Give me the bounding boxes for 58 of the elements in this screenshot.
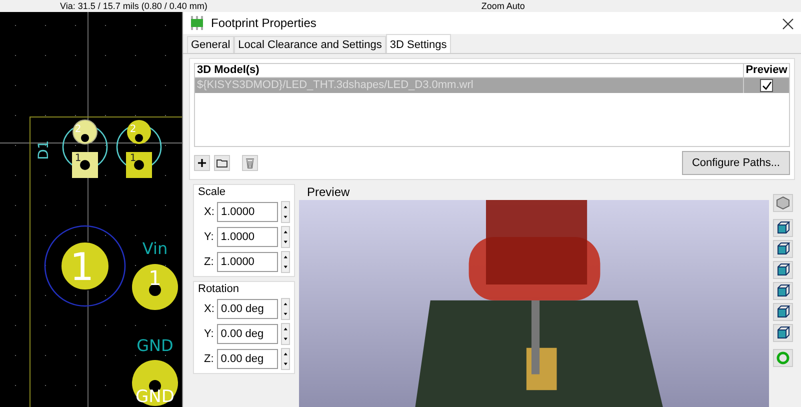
preview-checkbox[interactable] <box>760 79 773 92</box>
net-name-label: GND <box>136 336 174 355</box>
group-title: Scale <box>198 186 227 198</box>
column-header: Preview <box>743 64 789 77</box>
configure-paths-button[interactable]: Configure Paths... <box>682 150 790 175</box>
pad-net-label: GND <box>136 387 174 407</box>
pad-number-label: 1 <box>130 153 136 164</box>
number-input[interactable]: 0.00 deg <box>216 324 278 344</box>
close-icon[interactable] <box>781 16 795 31</box>
spin-buttons[interactable] <box>280 251 290 273</box>
spin-buttons[interactable] <box>280 226 290 248</box>
view-button[interactable] <box>773 240 793 258</box>
tab[interactable]: General <box>187 36 234 53</box>
pad-number-label: 1 <box>148 266 162 290</box>
pad-number-label: 1 <box>70 245 94 289</box>
add-button[interactable] <box>194 154 210 171</box>
view-button[interactable] <box>773 324 793 342</box>
spin-buttons[interactable] <box>281 201 290 223</box>
reference-designator-label: D1 <box>36 140 52 160</box>
field-label: X: <box>204 302 214 317</box>
window-title: Footprint Properties <box>211 15 316 32</box>
spin-buttons[interactable] <box>280 348 290 370</box>
column-header: 3D Model(s) <box>196 64 260 77</box>
net-name-label: Vin <box>142 239 168 258</box>
plus-icon <box>197 158 207 168</box>
pad-number-label: 2 <box>74 124 82 135</box>
view-button[interactable] <box>773 282 793 300</box>
footprint-icon <box>189 16 205 30</box>
folder-icon <box>216 158 228 168</box>
number-input[interactable]: 0.00 deg <box>216 349 278 369</box>
zoom-select[interactable]: Zoom Auto <box>481 1 525 11</box>
tab[interactable]: 3D Settings <box>386 34 451 53</box>
model-path: ${KISYS3DMOD}/LED_THT.3dshapes/LED_D3.0mm.wrl <box>196 78 474 93</box>
field-label: Y: <box>204 230 214 245</box>
view-button[interactable] <box>773 219 793 237</box>
browse-button[interactable] <box>214 154 230 171</box>
delete-button[interactable] <box>242 154 258 171</box>
tab[interactable]: Local Clearance and Settings <box>234 36 386 53</box>
pcb-layout-drawing[interactable]: D1 2 1 2 1 1 1 Vin GND GND <box>0 12 182 407</box>
pad-number-label: 1 <box>74 153 82 164</box>
preview-title: Preview <box>307 185 350 199</box>
via-size-label: Via: 31.5 / 15.7 mils (0.80 / 0.40 mm) <box>60 1 208 11</box>
field-label: Z: <box>204 352 214 367</box>
view-button[interactable] <box>773 303 793 321</box>
group-title: Rotation <box>198 283 240 295</box>
field-label: Z: <box>204 254 214 270</box>
trash-icon <box>245 156 255 169</box>
pad-number-label: 2 <box>130 124 136 135</box>
field-label: X: <box>204 204 214 220</box>
number-input[interactable]: 0.00 deg <box>217 299 278 319</box>
number-input[interactable]: 1.0000 <box>217 202 278 222</box>
spin-buttons[interactable] <box>280 323 290 345</box>
spin-buttons[interactable] <box>281 298 290 320</box>
number-input[interactable]: 1.0000 <box>216 252 278 272</box>
field-label: Y: <box>204 326 214 342</box>
view-button[interactable] <box>773 194 793 212</box>
view-button[interactable] <box>773 261 793 279</box>
number-input[interactable]: 1.0000 <box>216 227 278 247</box>
